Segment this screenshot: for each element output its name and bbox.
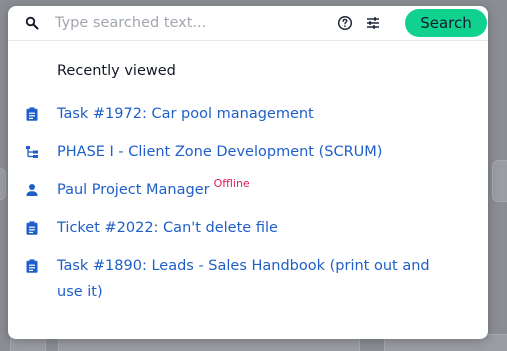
clipboard-icon	[26, 221, 38, 235]
search-popup: Search Recently viewed Task #1972: Car p…	[8, 6, 488, 339]
recent-item-ticket-2022[interactable]: Ticket #2022: Can't delete file	[8, 215, 488, 241]
filter-settings-icon[interactable]	[365, 15, 381, 31]
recent-item-label[interactable]: Task #1890: Leads - Sales Handbook (prin…	[57, 253, 452, 305]
section-title-recently-viewed: Recently viewed	[57, 63, 176, 79]
hierarchy-icon	[26, 146, 38, 158]
offline-status-badge: Offline	[213, 177, 250, 190]
recent-item-task-1972[interactable]: Task #1972: Car pool management	[8, 101, 488, 127]
background-panel-left	[0, 168, 6, 200]
recent-item-label[interactable]: PHASE I - Client Zone Development (SCRUM…	[57, 139, 457, 165]
search-bar: Search	[8, 6, 488, 41]
help-icon[interactable]	[337, 15, 353, 31]
search-icon	[25, 16, 39, 30]
search-button[interactable]: Search	[405, 9, 487, 37]
recent-item-label[interactable]: Task #1972: Car pool management	[57, 101, 457, 127]
person-icon	[26, 184, 38, 196]
person-name[interactable]: Paul Project Manager	[57, 182, 210, 198]
recent-item-phase-i[interactable]: PHASE I - Client Zone Development (SCRUM…	[8, 139, 488, 165]
clipboard-icon	[26, 107, 38, 121]
search-input[interactable]	[55, 11, 325, 35]
recent-item-label[interactable]: Ticket #2022: Can't delete file	[57, 215, 457, 241]
recent-item-label[interactable]: Paul Project Manager Offline	[57, 177, 457, 204]
clipboard-icon	[26, 259, 38, 273]
recent-item-task-1890[interactable]: Task #1890: Leads - Sales Handbook (prin…	[8, 253, 488, 305]
recent-item-paul-project-manager[interactable]: Paul Project Manager Offline	[8, 177, 488, 203]
background-panel-right	[492, 160, 507, 202]
